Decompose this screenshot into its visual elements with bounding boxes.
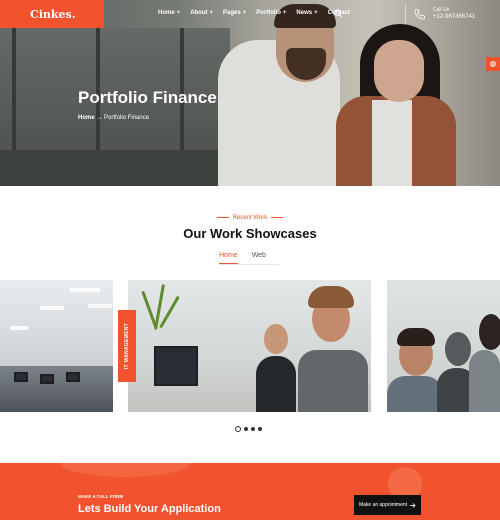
person-head <box>445 332 471 366</box>
person-shirt <box>298 350 368 412</box>
nav-label: Pages <box>223 10 241 16</box>
person-hair <box>397 328 435 346</box>
nav-item-pages[interactable]: Pages + <box>223 10 246 16</box>
person-hair <box>308 286 354 308</box>
cta-label: MAKE A CALL FORM <box>78 494 124 499</box>
nav-item-news[interactable]: News + <box>296 10 317 16</box>
nav-label: About <box>190 10 208 16</box>
plus-icon: + <box>176 10 181 16</box>
appointment-button[interactable]: Make an appointment <box>354 495 421 515</box>
portfolio-card[interactable] <box>0 280 113 412</box>
carousel-dot[interactable] <box>235 426 241 432</box>
nav-item-portfolio[interactable]: Portfolio + <box>256 10 286 16</box>
cta-decor-shape <box>60 463 190 477</box>
nav-label: Portfolio <box>256 10 281 16</box>
laptop-screen <box>154 346 198 386</box>
gear-icon <box>490 61 496 67</box>
eyebrow-line <box>271 216 284 218</box>
main-nav: Home + About + Pages + Portfolio + News + Con… <box>158 10 350 16</box>
plant-leaf <box>159 295 180 329</box>
logo[interactable]: Cinkes. <box>0 0 104 28</box>
call-number[interactable]: +12-987456741 <box>433 14 475 20</box>
breadcrumb-home[interactable]: Home <box>78 115 95 121</box>
category-tag-label: IT MANAGEMENT <box>124 322 130 370</box>
page: Cinkes. Home + About + Pages + Portfolio + N… <box>0 0 500 520</box>
ceiling-light <box>88 304 112 308</box>
eyebrow-line <box>216 216 229 218</box>
header-divider <box>405 4 406 24</box>
breadcrumb: Home → Portfolio Finance <box>78 115 149 121</box>
breadcrumb-separator: → <box>96 115 103 121</box>
search-icon[interactable] <box>334 9 343 18</box>
monitor <box>66 372 80 382</box>
person-shirt <box>469 350 500 412</box>
filter-tabs: Home Web <box>219 252 266 264</box>
nav-label: News <box>296 10 313 16</box>
page-title: Portfolio Finance <box>78 88 217 107</box>
plus-icon: + <box>209 10 214 16</box>
ceiling-light <box>70 288 100 292</box>
portfolio-card[interactable] <box>387 280 500 412</box>
plus-icon: + <box>242 10 247 16</box>
ceiling-light <box>40 306 64 310</box>
monitor <box>14 372 28 382</box>
eyebrow-text: Recent Work <box>232 215 268 221</box>
breadcrumb-current: Portfolio Finance <box>104 115 150 121</box>
person-shirt <box>256 356 296 412</box>
monitor <box>40 374 54 384</box>
category-tag: IT MANAGEMENT <box>118 310 136 382</box>
nav-item-home[interactable]: Home + <box>158 10 180 16</box>
settings-button[interactable] <box>486 57 500 71</box>
carousel-dot[interactable] <box>251 427 255 431</box>
tab-home[interactable]: Home <box>219 252 238 264</box>
portfolio-card[interactable] <box>128 280 371 412</box>
nav-label: Home <box>158 10 175 16</box>
nav-item-about[interactable]: About + <box>190 10 213 16</box>
appointment-button-label: Make an appointment <box>358 502 408 508</box>
call-label: Call Us <box>433 7 450 13</box>
logo-text: Cinkes. <box>30 7 76 21</box>
carousel-dots <box>235 426 262 432</box>
tabs-underline <box>219 264 279 265</box>
cta-title: Lets Build Your Application <box>78 503 221 515</box>
plus-icon: + <box>314 10 318 16</box>
section-eyebrow: Recent Work <box>0 215 500 221</box>
ceiling-light <box>10 326 28 330</box>
carousel-dot[interactable] <box>244 427 248 431</box>
person-shirt <box>387 376 443 412</box>
phone-icon <box>414 9 425 20</box>
person-head <box>479 314 500 350</box>
tab-web[interactable]: Web <box>252 252 266 264</box>
arrow-right-icon <box>410 502 416 508</box>
section-title: Our Work Showcases <box>183 226 317 241</box>
plus-icon: + <box>282 10 287 16</box>
person-head <box>264 324 288 354</box>
cta-banner <box>0 463 500 520</box>
carousel-dot[interactable] <box>258 427 262 431</box>
